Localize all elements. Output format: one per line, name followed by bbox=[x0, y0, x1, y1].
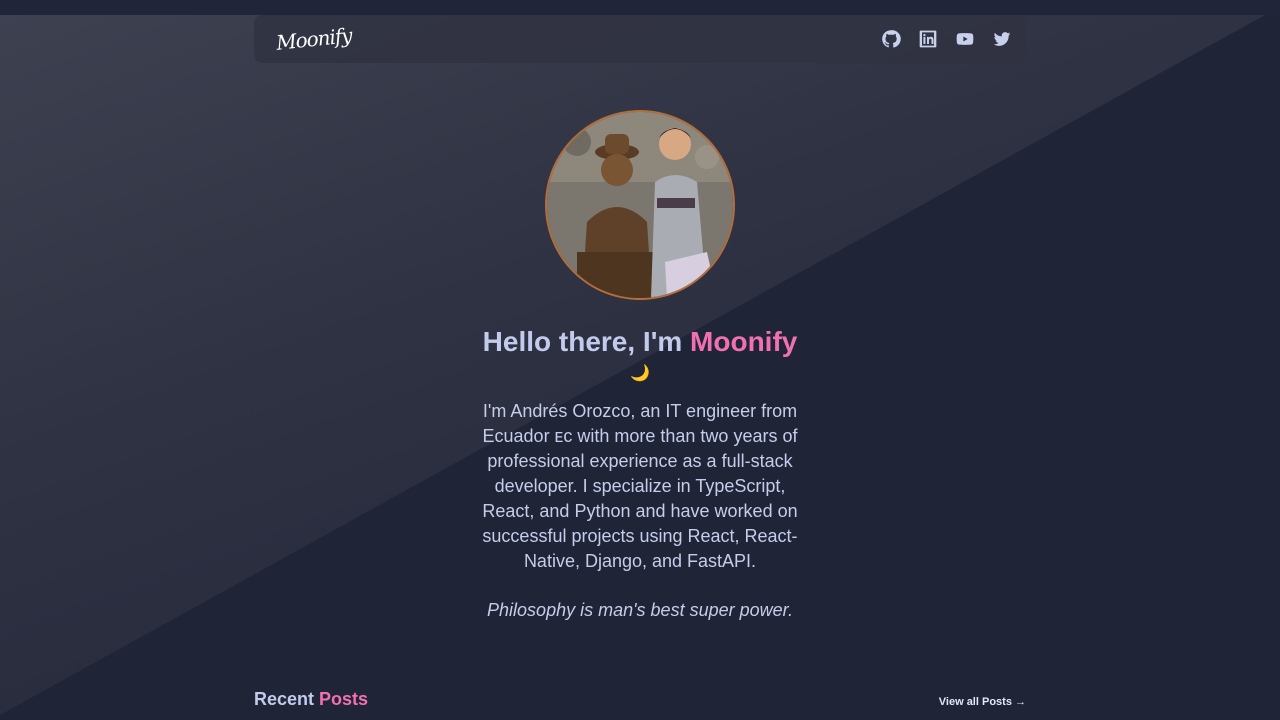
navbar: Moonify bbox=[254, 15, 1026, 63]
hero-section: Hello there, I'm Moonify 🌙 I'm Andrés Or… bbox=[254, 63, 1026, 623]
hero-bio: I'm Andrés Orozco, an IT engineer from E… bbox=[482, 401, 798, 571]
youtube-icon[interactable] bbox=[955, 29, 975, 49]
recent-posts-title-prefix: Recent bbox=[254, 689, 320, 709]
recent-posts-title-accent: Posts bbox=[319, 689, 369, 709]
profile-photo bbox=[547, 112, 733, 298]
twitter-icon[interactable] bbox=[992, 29, 1012, 49]
social-links bbox=[881, 29, 1012, 49]
recent-posts-header: Recent Posts View all Posts → bbox=[254, 689, 1026, 710]
moon-icon: 🌙 bbox=[630, 363, 650, 382]
hero-title-prefix: Hello there, I'm bbox=[482, 326, 691, 357]
view-all-posts-link[interactable]: View all Posts → bbox=[939, 696, 1026, 708]
recent-posts-title: Recent Posts bbox=[254, 689, 368, 710]
github-icon[interactable] bbox=[881, 29, 901, 49]
hero-quote: Philosophy is man's best super power. bbox=[487, 600, 793, 620]
page-container: Moonify Hello there, I'm Moonify 🌙 I'm A… bbox=[254, 15, 1026, 710]
site-logo[interactable]: Moonify bbox=[275, 23, 353, 55]
hero-title: Hello there, I'm Moonify bbox=[483, 325, 798, 359]
hero-title-name: Moonify bbox=[690, 326, 798, 357]
profile-photo-illustration bbox=[547, 112, 733, 298]
linkedin-icon[interactable] bbox=[918, 29, 938, 49]
